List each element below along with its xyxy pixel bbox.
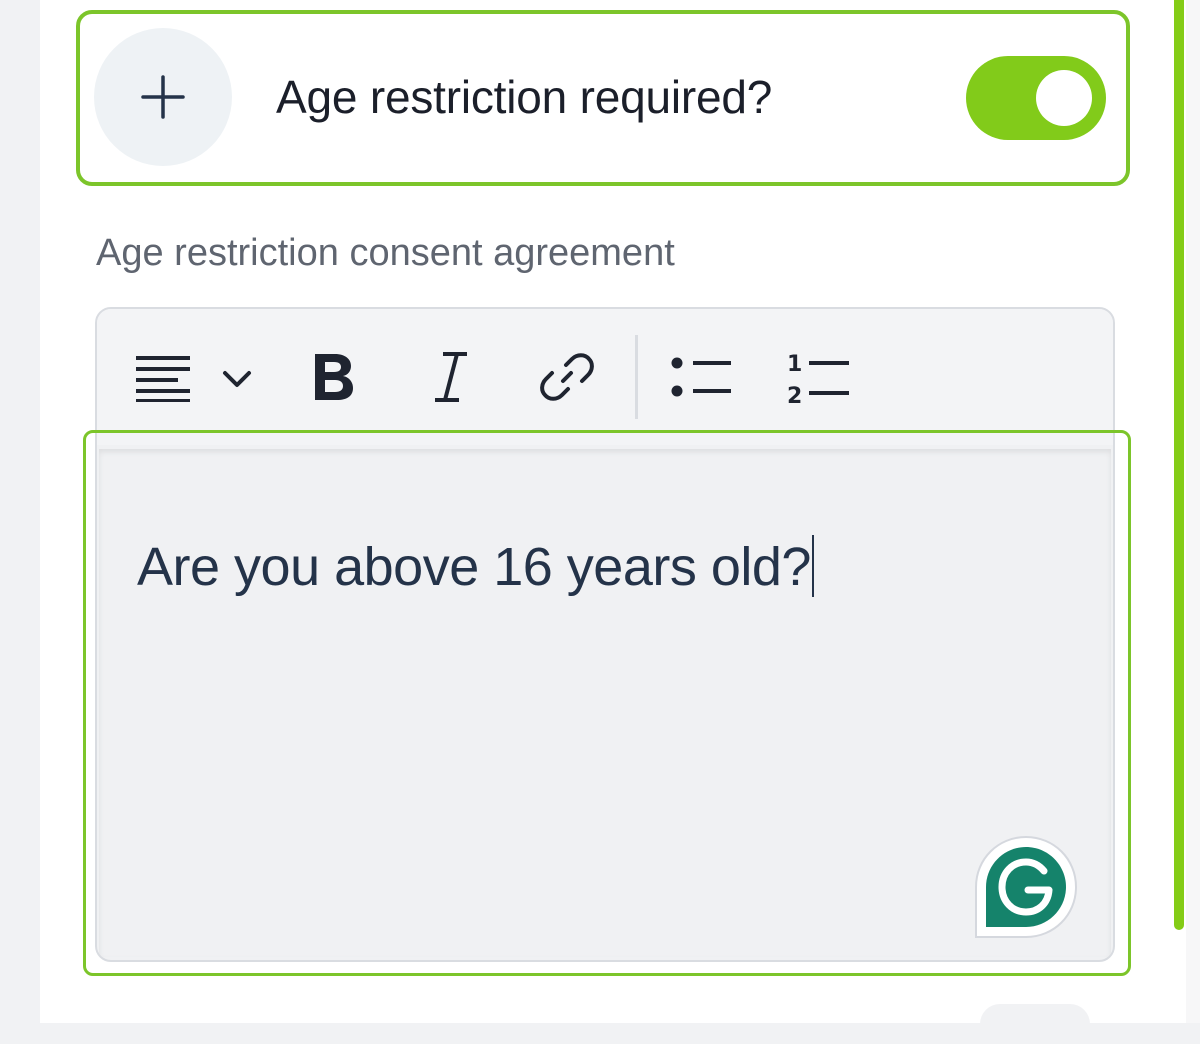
chevron-down-icon bbox=[223, 371, 251, 387]
link-button[interactable] bbox=[537, 347, 597, 407]
plus-icon bbox=[141, 75, 185, 119]
grammarly-icon bbox=[975, 835, 1078, 938]
text-caret bbox=[811, 535, 814, 597]
toolbar-divider bbox=[635, 335, 638, 419]
align-dropdown-button[interactable] bbox=[217, 359, 257, 399]
consent-agreement-label: Age restriction consent agreement bbox=[96, 232, 675, 274]
bulleted-list-button[interactable] bbox=[669, 351, 733, 403]
editor-text-line: Are you above 16 years old? bbox=[137, 535, 814, 598]
align-button[interactable] bbox=[133, 349, 193, 405]
bold-button[interactable] bbox=[303, 345, 363, 409]
italic-icon bbox=[435, 352, 467, 402]
bottom-control-hint bbox=[980, 1004, 1090, 1044]
editor-toolbar: 1 2 bbox=[97, 309, 1113, 445]
page-edge bbox=[1186, 0, 1200, 1023]
link-icon bbox=[540, 353, 594, 401]
age-restriction-label: Age restriction required? bbox=[276, 71, 773, 123]
editor-content-area[interactable]: Are you above 16 years old? bbox=[99, 449, 1111, 957]
numbered-list-icon: 1 2 bbox=[787, 352, 849, 407]
numbered-list-button[interactable]: 1 2 bbox=[783, 347, 851, 407]
grammarly-button[interactable] bbox=[974, 835, 1078, 939]
numbered-list-digit-2: 2 bbox=[787, 384, 802, 407]
scrollbar-thumb[interactable] bbox=[1174, 0, 1184, 930]
bold-icon bbox=[315, 354, 353, 400]
editor-text: Are you above 16 years old? bbox=[137, 537, 811, 597]
toggle-knob bbox=[1036, 70, 1092, 126]
italic-button[interactable] bbox=[423, 345, 479, 409]
align-left-icon bbox=[136, 356, 190, 402]
bulleted-list-icon bbox=[671, 357, 731, 397]
consent-agreement-editor: 1 2 Are you above 16 years old? bbox=[95, 307, 1115, 962]
age-restriction-toggle[interactable] bbox=[966, 56, 1106, 140]
numbered-list-digit-1: 1 bbox=[787, 352, 802, 377]
add-button[interactable] bbox=[94, 28, 232, 166]
